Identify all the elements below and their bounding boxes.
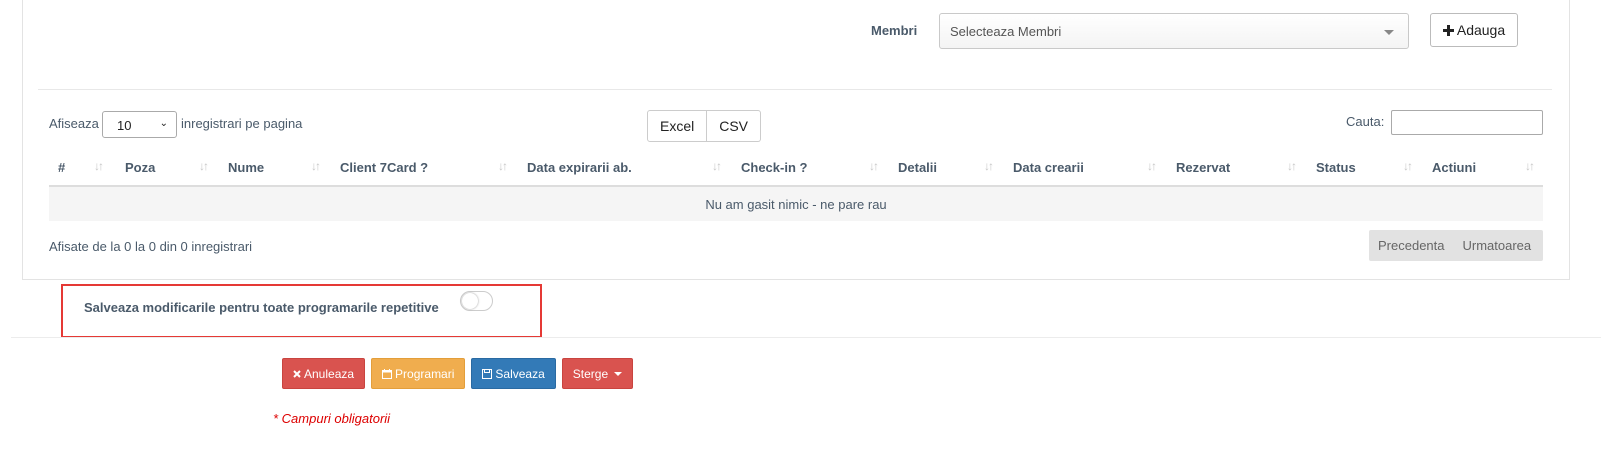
column-header-check-in[interactable]: Check-in ? [741, 160, 807, 175]
column-header-status[interactable]: Status [1316, 160, 1356, 175]
per-page-label: inregistrari pe pagina [181, 116, 303, 131]
sort-icon[interactable]: ↓↑ [311, 159, 321, 173]
sort-icon[interactable]: ↓↑ [1403, 159, 1413, 173]
sort-icon[interactable]: ↓↑ [199, 159, 209, 173]
calendar-icon [382, 368, 393, 379]
excel-export-button[interactable]: Excel [647, 110, 708, 142]
cancel-button[interactable]: Anuleaza [282, 358, 366, 389]
search-input[interactable] [1391, 110, 1543, 135]
sort-icon[interactable]: ↓↑ [1287, 159, 1297, 173]
members-select[interactable]: Selecteaza Membri [939, 13, 1409, 49]
sort-icon[interactable]: ↓↑ [869, 159, 879, 173]
sort-icon[interactable]: ↓↑ [94, 159, 104, 173]
dropdown-caret-icon [1384, 30, 1394, 35]
sort-icon[interactable]: ↓↑ [1525, 159, 1535, 173]
caret-down-icon [614, 371, 623, 376]
chevron-down-icon: ⌄ [159, 118, 168, 129]
table-info: Afisate de la 0 la 0 din 0 inregistrari [49, 239, 253, 254]
delete-label: Sterge [572, 366, 609, 381]
pagination: Precedenta Urmatoarea [1369, 230, 1543, 261]
search-label: Cauta: [1346, 114, 1385, 129]
table-header: # ↓↑ Poza ↓↑ Nume ↓↑ Client 7Card ? ↓↑ D… [49, 155, 1543, 187]
previous-page-button[interactable]: Precedenta [1369, 238, 1454, 253]
sort-icon[interactable]: ↓↑ [712, 159, 722, 173]
column-header-poza[interactable]: Poza [125, 160, 155, 175]
form-actions: Anuleaza Programari Salveaza Sterge [282, 358, 634, 389]
sort-icon[interactable]: ↓↑ [984, 159, 994, 173]
plus-icon [1442, 24, 1454, 36]
empty-table-row: Nu am gasit nimic - ne pare rau [49, 187, 1543, 221]
sort-icon[interactable]: ↓↑ [498, 159, 508, 173]
column-header-rezervat[interactable]: Rezervat [1176, 160, 1230, 175]
close-icon [293, 369, 301, 378]
page-length-select[interactable]: 10 ⌄ [102, 111, 177, 138]
members-select-placeholder: Selecteaza Membri [950, 24, 1062, 39]
repeat-toggle-switch[interactable] [460, 291, 493, 311]
column-header-nume[interactable]: Nume [228, 160, 264, 175]
empty-message: Nu am gasit nimic - ne pare rau [705, 196, 887, 212]
page-length-value: 10 [117, 118, 132, 133]
add-member-button[interactable]: Adauga [1430, 13, 1518, 47]
delete-dropdown-button[interactable]: Sterge [561, 358, 634, 389]
save-icon [482, 368, 493, 379]
cancel-label: Anuleaza [304, 366, 355, 381]
appointments-button[interactable]: Programari [371, 358, 466, 389]
divider [11, 337, 1601, 338]
appointments-label: Programari [395, 366, 455, 381]
members-label: Membri [871, 23, 918, 38]
column-header-actiuni[interactable]: Actiuni [1432, 160, 1476, 175]
csv-export-button[interactable]: CSV [707, 110, 762, 142]
column-header-data-expirarii[interactable]: Data expirarii ab. [527, 160, 632, 175]
page-length-label: Afiseaza [49, 116, 99, 131]
add-member-label: Adauga [1456, 22, 1506, 38]
column-header-detalii[interactable]: Detalii [898, 160, 937, 175]
repeat-toggle-label: Salveaza modificarile pentru toate progr… [84, 300, 439, 315]
next-page-button[interactable]: Urmatoarea [1454, 238, 1541, 253]
column-header-client-7card[interactable]: Client 7Card ? [340, 160, 428, 175]
divider [38, 89, 1552, 90]
sort-icon[interactable]: ↓↑ [1147, 159, 1157, 173]
column-header-data-crearii[interactable]: Data crearii [1013, 160, 1084, 175]
save-button[interactable]: Salveaza [471, 358, 556, 389]
export-buttons: Excel CSV [647, 110, 762, 142]
save-label: Salveaza [495, 366, 545, 381]
required-fields-note: * Campuri obligatorii [273, 411, 391, 426]
column-header-index[interactable]: # [58, 160, 65, 175]
toggle-knob [462, 293, 478, 309]
